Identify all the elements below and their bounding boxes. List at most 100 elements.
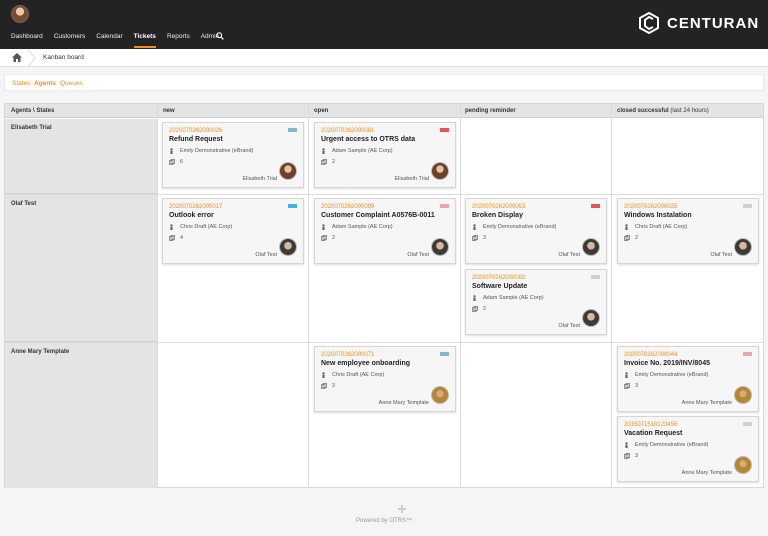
priority-flag [591, 275, 600, 279]
filter-queues[interactable]: Queues [60, 80, 83, 87]
article-count: 2 [483, 306, 487, 312]
board-header: Agents \ States new open pending reminde… [5, 104, 763, 118]
ticket-card[interactable]: 2020070262000099 Customer Complaint A0576… [314, 198, 456, 264]
owner-avatar [431, 162, 449, 180]
row-label-olaf-test: Olaf Test [5, 195, 157, 342]
article-count: 2 [332, 159, 336, 165]
article-count: 3 [483, 235, 487, 241]
priority-flag [288, 128, 297, 132]
ticket-title[interactable]: Windows Instalation [624, 212, 692, 219]
ticket-card[interactable]: 2020070262000044 Invoice No. 2019/INV/804… [617, 346, 759, 412]
owner-avatar [734, 386, 752, 404]
articles-icon [624, 383, 630, 389]
ticket-title[interactable]: Vacation Request [624, 430, 682, 437]
priority-flag [288, 204, 297, 208]
brand-logo: CENTURAN [638, 11, 759, 35]
nav-calendar[interactable]: Calendar [96, 33, 122, 48]
otrs-logo-icon [398, 505, 406, 513]
ticket-title[interactable]: Software Update [472, 283, 527, 290]
article-count: 3 [635, 383, 639, 389]
priority-flag [440, 128, 449, 132]
ticket-title[interactable]: New employee onboarding [321, 360, 410, 367]
column-header-pending-reminder: pending reminder [465, 108, 516, 114]
articles-icon [472, 306, 478, 312]
ticket-customer: Emily Demonstrative (eBrand) [483, 224, 557, 230]
footer-powered-by: Powered by OTRS™ [355, 518, 413, 524]
owner-avatar [279, 162, 297, 180]
article-count: 2 [332, 235, 336, 241]
owner-avatar [734, 456, 752, 474]
ticket-title[interactable]: Refund Request [169, 136, 223, 143]
ticket-card[interactable]: 2015071510123456 Vacation Request Emily De… [617, 416, 759, 482]
ticket-card[interactable]: 2020070262000081 Urgent access to OTRS da… [314, 122, 456, 188]
filter-agents[interactable]: Agents [34, 80, 56, 87]
ticket-owner: Anne Mary Template [378, 400, 429, 406]
person-icon [322, 148, 325, 154]
articles-icon [169, 159, 175, 165]
ticket-title[interactable]: Outlook error [169, 212, 214, 219]
brand-name: CENTURAN [667, 14, 760, 32]
priority-flag [440, 204, 449, 208]
person-icon [625, 442, 628, 448]
main-nav: Dashboard Customers Calendar Tickets Rep… [11, 33, 230, 48]
person-icon [170, 224, 173, 230]
articles-icon [472, 235, 478, 241]
priority-flag [440, 352, 449, 356]
ticket-card[interactable]: 2020070262000026 Refund Request Emily Demo… [162, 122, 304, 188]
user-avatar[interactable] [11, 5, 29, 23]
owner-avatar [431, 386, 449, 404]
person-icon [625, 224, 628, 230]
ticket-card[interactable]: 2020070262000017 Outlook error Chris Draft… [162, 198, 304, 264]
nav-dashboard[interactable]: Dashboard [11, 33, 43, 48]
nav-reports[interactable]: Reports [167, 33, 190, 48]
articles-icon [624, 235, 630, 241]
ticket-card[interactable]: 2020070262000053 Broken Display Emily Demo… [465, 198, 607, 264]
ticket-number[interactable]: 2015071510123456 [624, 422, 677, 428]
ticket-number[interactable]: 2020070262000071 [321, 352, 374, 358]
brand-mark-icon [639, 12, 659, 34]
ticket-number[interactable]: 2020070262000099 [321, 204, 374, 210]
search-icon[interactable] [216, 32, 224, 40]
person-icon [625, 372, 628, 378]
ticket-title[interactable]: Broken Display [472, 212, 523, 219]
ticket-card[interactable]: 2020070262000071 New employee onboarding C… [314, 346, 456, 412]
article-count: 6 [180, 159, 184, 165]
column-divider [460, 104, 461, 487]
ticket-number[interactable]: 2020070262000017 [169, 204, 222, 210]
ticket-customer: Chris Draft (AE Corp) [635, 224, 688, 230]
ticket-customer: Chris Draft (AE Corp) [180, 224, 233, 230]
article-count: 3 [635, 453, 639, 459]
articles-icon [624, 453, 630, 459]
column-header-new: new [163, 108, 175, 114]
ticket-title[interactable]: Urgent access to OTRS data [321, 136, 415, 143]
ticket-number[interactable]: 2020070262000044 [624, 352, 677, 358]
person-icon [473, 295, 476, 301]
person-icon [322, 224, 325, 230]
ticket-number[interactable]: 2020070262000026 [169, 128, 222, 134]
column-divider [611, 104, 612, 487]
column-header-closed-successful: closed successful (last 24 hours) [617, 108, 709, 114]
home-icon[interactable] [12, 53, 22, 62]
ticket-owner: Elisabeth Trial [394, 176, 429, 182]
ticket-number[interactable]: 2020070262000081 [321, 128, 374, 134]
filter-states[interactable]: States [12, 80, 30, 87]
nav-tickets[interactable]: Tickets [133, 33, 156, 48]
ticket-owner: Olaf Test [255, 252, 277, 258]
top-navbar: Dashboard Customers Calendar Tickets Rep… [0, 0, 768, 49]
nav-customers[interactable]: Customers [54, 33, 85, 48]
ticket-title[interactable]: Customer Complaint A0576B-0011 [321, 212, 435, 219]
person-icon [322, 372, 325, 378]
ticket-number[interactable]: 2020070262000082 [472, 275, 525, 281]
ticket-card[interactable]: 2020070262000035 Windows Instalation Chris… [617, 198, 759, 264]
owner-avatar [582, 309, 600, 327]
ticket-card[interactable]: 2020070262000082 Software Update Adam Samp… [465, 269, 607, 335]
articles-icon [321, 159, 327, 165]
row-divider [5, 194, 763, 195]
ticket-title[interactable]: Invoice No. 2019/INV/8045 [624, 360, 710, 367]
articles-icon [169, 235, 175, 241]
ticket-number[interactable]: 2020070262000035 [624, 204, 677, 210]
ticket-number[interactable]: 2020070262000053 [472, 204, 525, 210]
ticket-owner: Olaf Test [710, 252, 732, 258]
article-count: 2 [635, 235, 639, 241]
ticket-customer: Adam Sample (AE Corp) [332, 224, 393, 230]
